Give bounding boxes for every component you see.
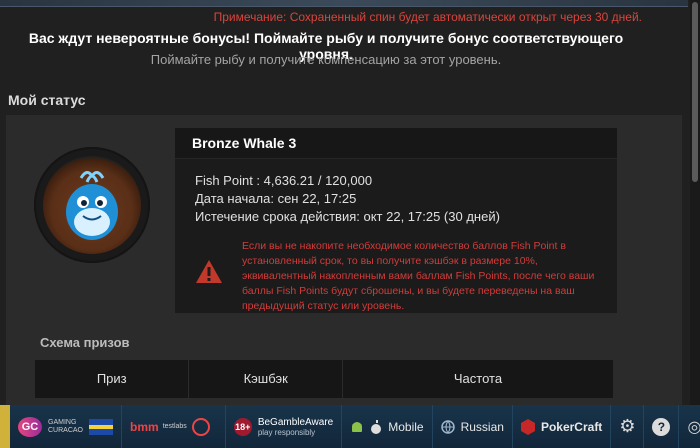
language-selector[interactable]: Russian: [433, 405, 513, 448]
footer-bar: GC GAMING CURACAO bmm testlabs 18+ BeGam…: [0, 405, 700, 448]
age-18-badge: 18+: [233, 417, 252, 436]
gaming-curacao-logo[interactable]: GC GAMING CURACAO: [0, 405, 123, 448]
testlabs-label: testlabs: [162, 422, 187, 430]
status-panel: Bronze Whale 3 Fish Point : 4,636.21 / 1…: [6, 115, 682, 415]
bmm-testlabs-logo[interactable]: bmm testlabs: [122, 405, 226, 448]
status-avatar: [34, 147, 150, 263]
column-prize: Приз: [35, 360, 190, 398]
pokercraft-label: PokerCraft: [540, 419, 603, 434]
gaming-label: GAMING: [48, 418, 77, 426]
android-icon: [350, 420, 364, 434]
status-level-name: Bronze Whale 3: [175, 128, 617, 159]
mobile-link[interactable]: Mobile: [342, 405, 433, 448]
column-frequency: Частота: [453, 371, 503, 386]
start-date: Дата начала: сен 22, 17:25: [195, 191, 357, 206]
my-status-title: Мой статус: [8, 92, 86, 108]
footer-corner-accent: [0, 405, 10, 448]
column-cashback: Кэшбэк: [189, 360, 343, 398]
status-card: Bronze Whale 3 Fish Point : 4,636.21 / 1…: [175, 128, 617, 313]
pokercraft-link[interactable]: PokerCraft: [513, 405, 612, 448]
certified-seal-icon: [191, 417, 211, 437]
fish-point-value: Fish Point : 4,636.21 / 120,000: [195, 173, 373, 188]
top-banner-strip: [0, 0, 688, 7]
support-button[interactable]: ◎: [679, 405, 700, 448]
play-responsibly-label: play responsibly: [257, 427, 316, 437]
begambleaware-logo[interactable]: 18+ BeGambleAware play responsibly: [226, 405, 343, 448]
settings-button[interactable]: ⚙: [611, 405, 645, 448]
curacao-flag-icon: [89, 418, 114, 435]
scrollbar-thumb[interactable]: [692, 2, 698, 182]
prize-scheme-title: Схема призов: [40, 335, 130, 350]
saved-spin-note: Примечание: Сохраненный спин будет автом…: [213, 10, 642, 24]
prize-table-header: Приз Кэшбэк Частота: [35, 360, 613, 398]
gear-icon: ⚙: [619, 416, 636, 436]
gc-logo-icon: GC: [18, 416, 42, 437]
bonus-subheadline: Поймайте рыбу и получите компенсацию за …: [150, 52, 502, 67]
language-label: Russian: [460, 419, 504, 434]
warning-text: Если вы не накопите необходимое количест…: [242, 240, 595, 312]
whale-avatar-icon: [43, 156, 141, 254]
bmm-label: bmm: [130, 419, 159, 434]
page-scrollbar[interactable]: [690, 0, 700, 405]
apple-icon: [370, 419, 382, 434]
curacao-label: CURACAO: [48, 426, 84, 434]
begambleaware-label: BeGambleAware: [257, 416, 334, 428]
pokercraft-icon: [520, 418, 535, 435]
warning-icon: [195, 259, 223, 285]
globe-icon: [440, 419, 455, 434]
help-button[interactable]: ?: [644, 405, 680, 448]
mobile-label: Mobile: [388, 419, 424, 434]
help-icon: ?: [652, 417, 671, 436]
support-icon: ◎: [687, 418, 700, 436]
expiry-date: Истечение срока действия: окт 22, 17:25 …: [195, 209, 500, 224]
